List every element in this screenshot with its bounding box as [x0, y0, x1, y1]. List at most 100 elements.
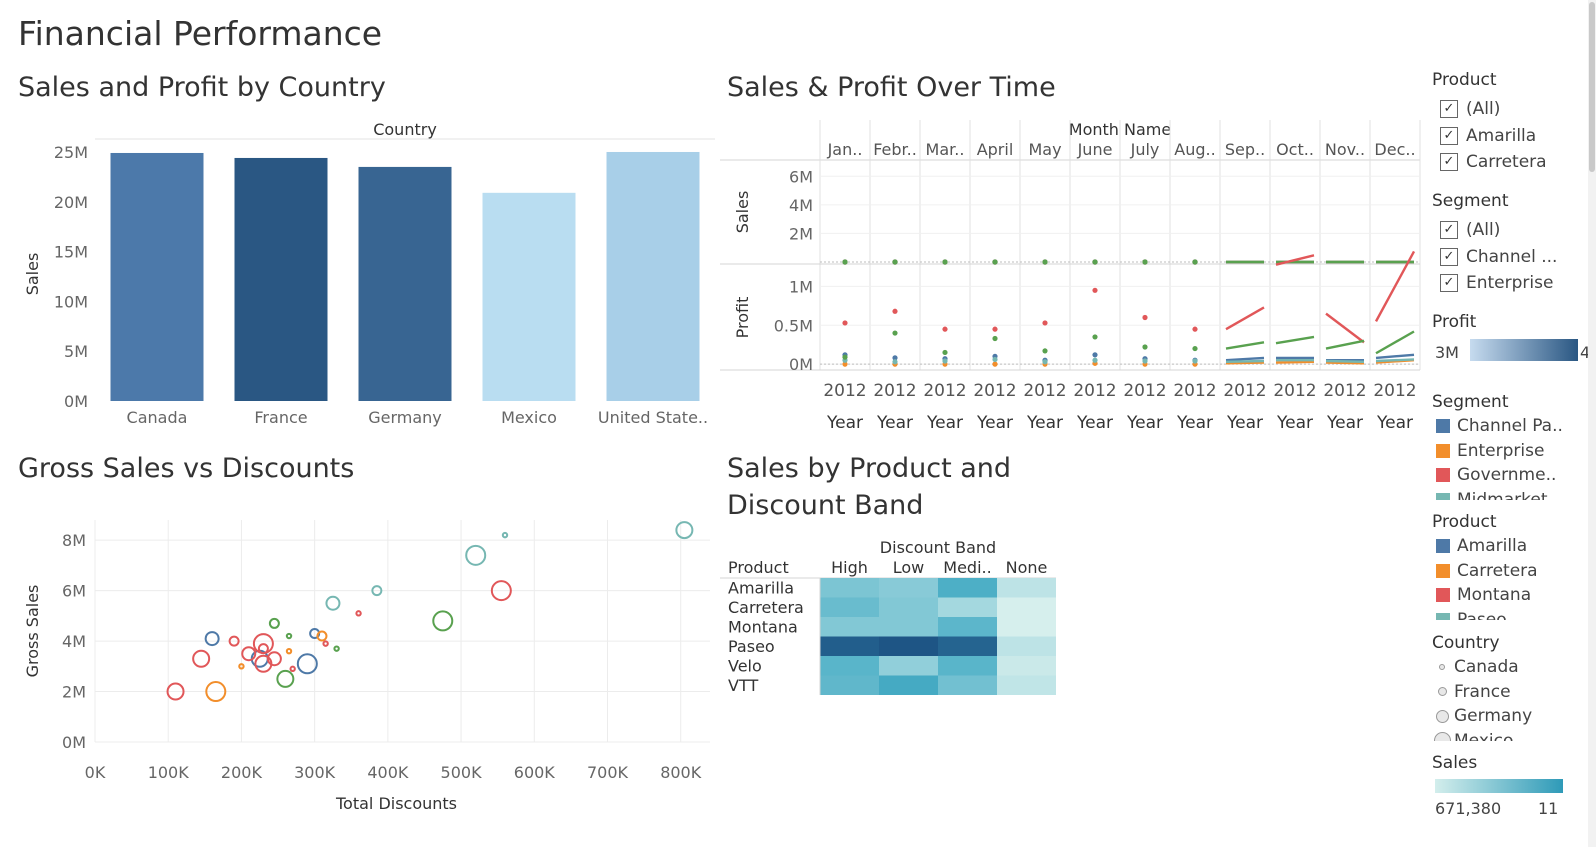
year-caption: Year [1176, 413, 1213, 433]
segment-filter-enterprise[interactable]: ✓ Enterprise [1430, 270, 1596, 297]
bar-y-tick-label: 20M [54, 193, 88, 212]
bar-y-tick-label: 10M [54, 292, 88, 311]
product-discount-heatmap: Discount Band Product High Low Medi.. None Ama… [720, 538, 1056, 695]
scatter-point [465, 544, 487, 566]
profit-color-ramp [1470, 339, 1578, 361]
sales-legend-title: Sales [1432, 753, 1478, 773]
scatter-point [432, 610, 454, 632]
vertical-scrollbar[interactable] [1588, 0, 1596, 847]
country-legend-title: Country [1432, 633, 1500, 653]
heat-cell [879, 636, 938, 656]
product-legend-label: Montana [1457, 585, 1532, 606]
heat-cell [938, 597, 997, 617]
dot-mark [1142, 344, 1148, 350]
heat-cell [879, 617, 938, 637]
checkbox-checked-icon[interactable]: ✓ [1440, 274, 1458, 293]
dot-mark [1142, 259, 1148, 265]
scatter-point [675, 521, 694, 540]
dot-mark [1092, 352, 1098, 358]
bar-4 [606, 151, 700, 401]
dot-mark [992, 356, 998, 363]
scatter-point [204, 631, 220, 647]
product-legend-title: Product [1432, 512, 1497, 532]
trend-line [1225, 306, 1265, 331]
month-header: June [1077, 140, 1113, 159]
heat-cell [879, 578, 938, 598]
product-legend-item: Amarilla [1430, 534, 1596, 559]
heat-cell [938, 578, 997, 598]
segment-filter-all[interactable]: ✓ (All) [1430, 217, 1596, 244]
month-header: Mar.. [926, 140, 965, 159]
profit-legend-title: Profit [1432, 312, 1477, 332]
year-caption: Year [826, 413, 863, 433]
product-legend-item: Carretera [1430, 559, 1596, 584]
year-label: 2012 [973, 381, 1016, 401]
trend-line [1225, 356, 1265, 362]
year-caption: Year [1126, 413, 1163, 433]
product-filter-amarilla[interactable]: ✓ Amarilla [1430, 123, 1596, 150]
scatter-x-tick-label: 100K [148, 763, 190, 782]
month-header: July [1130, 140, 1160, 159]
bar-x-tick-label: Canada [127, 408, 188, 427]
row-axis-label: Profit [733, 297, 752, 339]
heat-column-label: Low [893, 558, 925, 577]
product-filter-all[interactable]: ✓ (All) [1430, 96, 1596, 123]
dot-mark [842, 320, 848, 326]
year-caption: Year [1276, 413, 1313, 433]
heat-row-label: Montana [728, 618, 798, 637]
heatmap-title-line2: Discount Band [727, 490, 924, 521]
size-circle-icon [1433, 732, 1451, 741]
heat-column-header: Discount Band [880, 538, 996, 557]
product-legend-label: Paseo [1457, 609, 1507, 620]
checkbox-checked-icon[interactable]: ✓ [1440, 100, 1458, 119]
row-axis-label: Sales [733, 191, 752, 234]
heat-cell [938, 675, 997, 695]
scatter-y-tick-label: 0M [62, 733, 86, 752]
dot-mark [1092, 287, 1098, 293]
segment-color-legend: Channel Pa.. Enterprise Governme.. Midma… [1430, 414, 1596, 500]
row-y-tick-label: 2M [789, 224, 813, 243]
bar-x-header: Country [373, 120, 437, 139]
checkbox-checked-icon[interactable]: ✓ [1440, 247, 1458, 266]
product-filter-carretera[interactable]: ✓ Carretera [1430, 149, 1596, 176]
sales-profit-country-bar-chart: Country Sales 0M 5M 10M 15M 20M 25M Canada France… [23, 120, 715, 427]
year-caption: Year [1076, 413, 1113, 433]
segment-filter-channel[interactable]: ✓ Channel ... [1430, 244, 1596, 271]
size-circle-icon [1439, 664, 1445, 671]
scatter-point [355, 610, 362, 617]
bar-1 [234, 157, 328, 401]
product-legend-item: Paseo [1430, 608, 1596, 620]
sales-legend-min: 671,380 [1435, 799, 1502, 818]
product-filter-list[interactable]: ✓ (All) ✓ Amarilla ✓ Carretera [1430, 96, 1596, 176]
year-label: 2012 [1023, 381, 1066, 401]
sales-profit-time-chart: Month NameJan.. Febr.. Mar.. April May June Ju… [720, 120, 1421, 433]
bar-chart-title: Sales and Profit by Country [18, 72, 386, 103]
scatter-point [296, 653, 318, 675]
checkbox-checked-icon[interactable]: ✓ [1440, 221, 1458, 240]
year-label: 2012 [1273, 381, 1316, 401]
heat-cell [820, 578, 879, 598]
scatter-x-tick-label: 800K [660, 763, 702, 782]
scatter-point [192, 649, 211, 668]
segment-filter-list[interactable]: ✓ (All) ✓ Channel ... ✓ Enterprise [1430, 217, 1596, 299]
row-y-tick-label: 4M [789, 196, 813, 215]
year-caption: Year [1026, 413, 1063, 433]
year-caption: Year [1326, 413, 1363, 433]
dot-mark [1042, 359, 1048, 365]
checkbox-checked-icon[interactable]: ✓ [1440, 153, 1458, 172]
heat-cell [879, 675, 938, 695]
row-y-tick-label: 0M [789, 355, 813, 374]
heat-cell [938, 656, 997, 676]
segment-legend-label: Governme.. [1457, 465, 1557, 486]
scatter-x-tick-label: 0K [85, 763, 106, 782]
dot-mark [992, 361, 998, 367]
bar-0 [110, 152, 204, 401]
scrollbar-thumb[interactable] [1589, 2, 1595, 172]
year-label: 2012 [1373, 381, 1416, 401]
heat-cell [938, 617, 997, 637]
scatter-x-tick-label: 700K [587, 763, 629, 782]
scatter-point [285, 632, 293, 640]
month-header: Jan.. [827, 140, 863, 159]
checkbox-checked-icon[interactable]: ✓ [1440, 126, 1458, 145]
dot-mark [1142, 314, 1148, 321]
